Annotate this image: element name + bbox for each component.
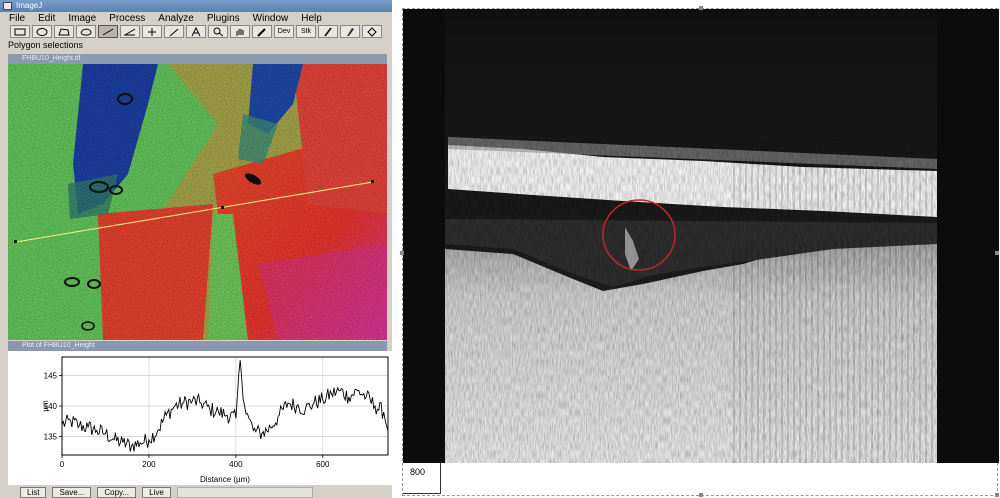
- resize-handle-right[interactable]: [995, 251, 999, 255]
- text-tool-icon[interactable]: [186, 25, 206, 38]
- scale-label-box: 800: [403, 463, 441, 494]
- height-map-image[interactable]: [8, 64, 387, 340]
- live-button[interactable]: Live: [142, 487, 171, 498]
- polygon-tool-icon[interactable]: [54, 25, 74, 38]
- status-text: Polygon selections: [8, 40, 84, 50]
- plot-window-title[interactable]: Plot of FHBU10_Height: [8, 341, 387, 351]
- menu-edit[interactable]: Edit: [38, 12, 55, 25]
- menubar: File Edit Image Process Analyze Plugins …: [0, 12, 392, 25]
- wand-tool-icon[interactable]: [164, 25, 184, 38]
- plot-x-axis-label: Distance (µm): [200, 475, 250, 484]
- reslice-image-frame[interactable]: 800: [400, 6, 999, 497]
- menu-window[interactable]: Window: [253, 12, 289, 25]
- y-tick-label: 135: [44, 433, 58, 442]
- menu-help[interactable]: Help: [301, 12, 322, 25]
- list-button[interactable]: List: [20, 487, 47, 498]
- resize-handle-bottom-right[interactable]: [995, 493, 999, 497]
- brush-tool-icon[interactable]: [340, 25, 360, 38]
- menu-process[interactable]: Process: [109, 12, 145, 25]
- plot-button-row: List Save... Copy... Live: [20, 487, 313, 498]
- x-tick-label: 400: [229, 460, 243, 469]
- profile-plot: 0 200 400 600 135 140 145 Distance (µm) µm: [8, 351, 392, 485]
- x-tick-label: 200: [142, 460, 156, 469]
- y-tick-label: 145: [44, 371, 58, 380]
- magnifier-tool-icon[interactable]: [208, 25, 228, 38]
- x-tick-label: 0: [60, 460, 65, 469]
- toolbar: Dev Stk: [0, 25, 392, 39]
- color-picker-tool-icon[interactable]: [252, 25, 272, 38]
- menu-image[interactable]: Image: [68, 12, 96, 25]
- copy-button[interactable]: Copy...: [97, 487, 137, 498]
- image-window-title[interactable]: FHBU10_Height.tif: [8, 54, 387, 64]
- oval-tool-icon[interactable]: [32, 25, 52, 38]
- scale-label: 800: [410, 467, 426, 477]
- resize-handle-left[interactable]: [400, 251, 404, 255]
- imagej-titlebar[interactable]: ImageJ: [0, 0, 392, 12]
- menu-analyze[interactable]: Analyze: [158, 12, 194, 25]
- stk-tool-icon[interactable]: Stk: [296, 25, 316, 38]
- angle-tool-icon[interactable]: [120, 25, 140, 38]
- save-button[interactable]: Save...: [52, 487, 92, 498]
- resize-handle-bottom[interactable]: [699, 493, 703, 497]
- hand-tool-icon[interactable]: [230, 25, 250, 38]
- freehand-tool-icon[interactable]: [76, 25, 96, 38]
- x-tick-label: 600: [316, 460, 330, 469]
- flood-fill-tool-icon[interactable]: [362, 25, 382, 38]
- app-title: ImageJ: [16, 1, 43, 10]
- pencil-tool-icon[interactable]: [318, 25, 338, 38]
- point-tool-icon[interactable]: [142, 25, 162, 38]
- screenshot-composite: ImageJ File Edit Image Process Analyze P…: [0, 0, 1000, 498]
- resize-handle-top[interactable]: [699, 6, 703, 10]
- rectangle-tool-icon[interactable]: [10, 25, 30, 38]
- plot-status-field: [176, 487, 313, 498]
- menu-file[interactable]: File: [9, 12, 25, 25]
- dev-tool-icon[interactable]: Dev: [274, 25, 294, 38]
- reslice-image: [403, 9, 999, 463]
- imagej-app-icon: [3, 2, 12, 10]
- imagej-panel: ImageJ File Edit Image Process Analyze P…: [0, 0, 392, 498]
- plot-y-axis-label: µm: [41, 400, 50, 412]
- menu-plugins[interactable]: Plugins: [207, 12, 240, 25]
- straight-line-tool-icon[interactable]: [98, 25, 118, 38]
